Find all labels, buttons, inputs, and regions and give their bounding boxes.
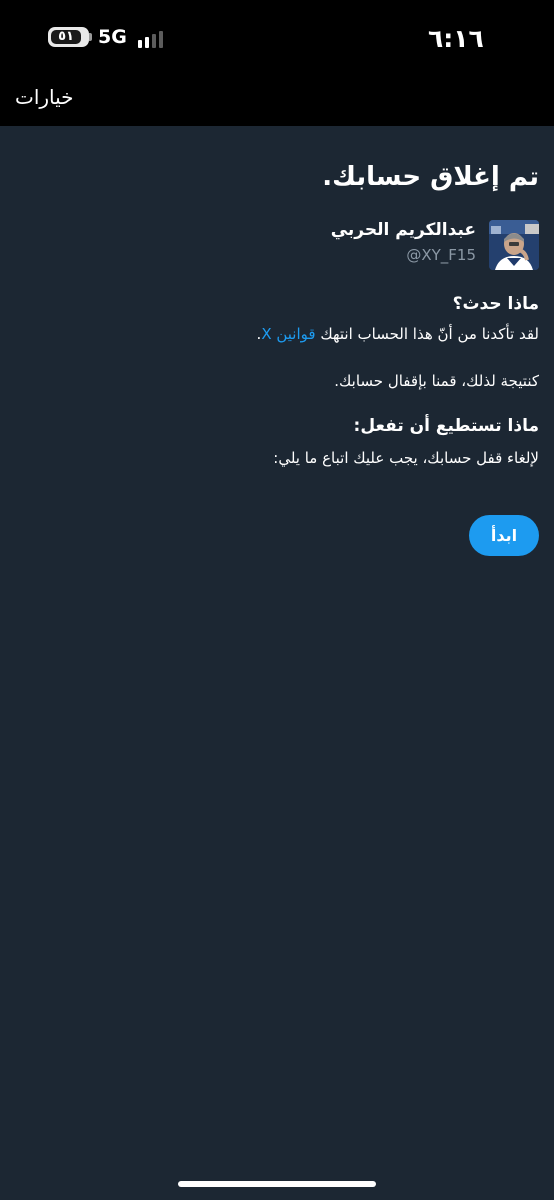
unlock-instructions-text: لإلغاء قفل حسابك، يجب عليك اتباع ما يلي: [273, 449, 539, 467]
x-rules-link[interactable]: قوانين X [261, 325, 315, 343]
options-button[interactable]: خيارات [15, 85, 74, 109]
status-time: ٦:١٦ [428, 24, 484, 53]
locked-account-screen: ٥١ 5G ٦:١٦ خيارات تم إغلاق حسابك. عبدالك… [0, 0, 554, 1200]
home-indicator[interactable] [178, 1181, 376, 1187]
page-title: تم إغلاق حسابك. [322, 162, 539, 192]
network-type: 5G [98, 26, 127, 48]
what-you-can-do-heading: ماذا تستطيع أن تفعل: [353, 416, 539, 436]
signal-strength-icon [138, 30, 164, 48]
profile-photo-icon [489, 220, 539, 270]
what-happened-heading: ماذا حدث؟ [452, 294, 539, 314]
main-content: تم إغلاق حسابك. عبدالكريم الحربي @XY_F15… [0, 126, 554, 1200]
result-text: كنتيجة لذلك، قمنا بإقفال حسابك. [334, 372, 539, 390]
battery-level: ٥١ [58, 29, 74, 44]
battery-icon: ٥١ [48, 27, 89, 47]
battery-cap [89, 33, 92, 41]
avatar[interactable] [489, 220, 539, 270]
top-bar: خيارات [0, 76, 554, 126]
display-name: عبدالكريم الحربي [330, 220, 476, 240]
violation-text-start: لقد تأكدنا من أنّ هذا الحساب انتهك [315, 325, 539, 343]
status-bar: ٥١ 5G ٦:١٦ [0, 0, 554, 76]
username-handle: @XY_F15 [406, 246, 476, 264]
violation-text: لقد تأكدنا من أنّ هذا الحساب انتهك قواني… [257, 325, 539, 343]
start-button[interactable]: ابدأ [469, 515, 539, 556]
